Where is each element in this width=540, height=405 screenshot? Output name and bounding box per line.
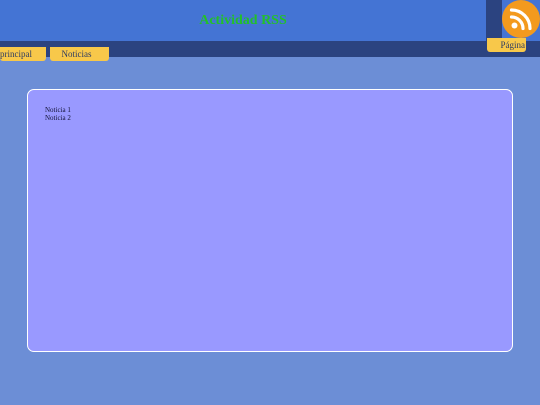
tab-principal[interactable]: principal: [0, 47, 46, 61]
page: Actividad RSS principal Noticias Página …: [0, 0, 540, 405]
header-bar: Actividad RSS: [0, 0, 540, 41]
rss-icon-glyph: [509, 8, 532, 31]
rss-feed-icon[interactable]: [502, 0, 540, 38]
tab-pagina[interactable]: Página: [487, 38, 526, 52]
news-item-1[interactable]: Noticia 1: [45, 106, 71, 114]
site-title: Actividad RSS: [199, 13, 287, 28]
news-list: Noticia 1 Noticia 2: [45, 106, 71, 122]
header-right-block: [486, 0, 502, 41]
news-item-2[interactable]: Noticia 2: [45, 114, 71, 122]
tab-noticias[interactable]: Noticias: [50, 47, 109, 61]
news-panel: Noticia 1 Noticia 2: [27, 89, 513, 352]
